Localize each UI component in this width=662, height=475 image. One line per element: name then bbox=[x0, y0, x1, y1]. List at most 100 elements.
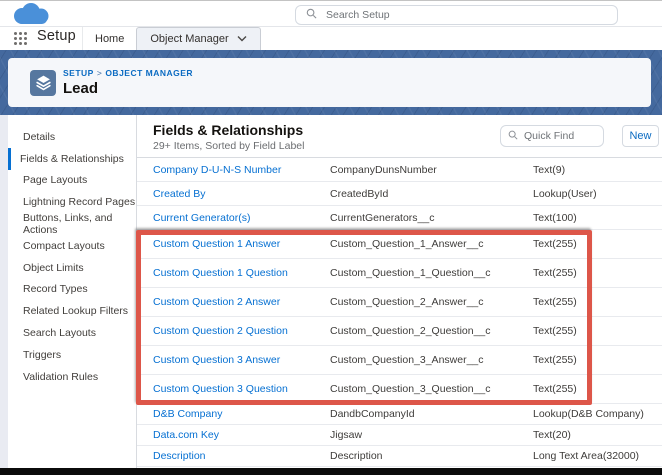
sidebar-item-lightning-record-pages[interactable]: Lightning Record Pages bbox=[8, 191, 136, 213]
field-data-type: Lookup(D&B Company) bbox=[533, 408, 644, 420]
field-label-link[interactable]: Custom Question 2 Answer bbox=[153, 296, 330, 308]
app-launcher-icon[interactable] bbox=[13, 31, 28, 51]
sidebar-item-label: Compact Layouts bbox=[23, 239, 105, 252]
global-search-input[interactable]: Search Setup bbox=[295, 5, 618, 25]
chevron-down-icon bbox=[237, 33, 247, 45]
window-bottom-edge bbox=[0, 468, 662, 475]
sidebar-item-label: Details bbox=[23, 130, 56, 143]
field-data-type: Text(9) bbox=[533, 163, 566, 176]
field-api-name: Custom_Question_2_Question__c bbox=[330, 325, 491, 337]
setup-app-label: Setup bbox=[37, 28, 76, 44]
global-header: Search Setup bbox=[0, 0, 662, 27]
table-row: Custom Question 3 Question Custom_Questio… bbox=[137, 375, 662, 404]
sidebar-item-page-layouts[interactable]: Page Layouts bbox=[8, 170, 136, 192]
sidebar-item-label: Triggers bbox=[23, 348, 62, 361]
table-row: Custom Question 1 Question Custom_Questio… bbox=[137, 259, 662, 288]
field-label-link[interactable]: Current Generator(s) bbox=[153, 212, 330, 224]
sidebar-item-label: Page Layouts bbox=[23, 174, 88, 187]
field-api-name: CurrentGenerators__c bbox=[330, 211, 435, 224]
page-title: Lead bbox=[63, 80, 99, 97]
field-api-name: Description bbox=[330, 450, 383, 462]
table-row: D&B Company DandbCompanyId Lookup(D&B Comp… bbox=[137, 404, 662, 425]
table-row: Custom Question 1 Answer Custom_Question_… bbox=[137, 230, 662, 259]
field-data-type: Text(255) bbox=[533, 325, 577, 337]
sidebar-item-buttons-links-and-actions[interactable]: Buttons, Links, and Actions bbox=[8, 212, 136, 237]
sidebar-item-triggers[interactable]: Triggers bbox=[8, 344, 136, 366]
field-label-link[interactable]: Custom Question 3 Question bbox=[153, 383, 330, 395]
salesforce-setup-window: Search Setup Setup Home Object Manager S… bbox=[0, 0, 662, 475]
field-api-name: DandbCompanyId bbox=[330, 408, 415, 420]
table-row: Custom Question 2 Question Custom_Questio… bbox=[137, 317, 662, 346]
new-field-button[interactable]: New bbox=[622, 125, 659, 147]
field-label-link[interactable]: Company D-U-N-S Number bbox=[153, 164, 330, 176]
field-label-link[interactable]: Custom Question 1 Question bbox=[153, 267, 330, 279]
sidebar-item-label: Record Types bbox=[23, 283, 88, 296]
field-label-link[interactable]: Custom Question 1 Answer bbox=[153, 238, 330, 250]
sidebar-item-label: Search Layouts bbox=[23, 327, 96, 340]
field-api-name: CompanyDunsNumber bbox=[330, 163, 437, 176]
tab-home[interactable]: Home bbox=[82, 27, 136, 50]
field-data-type: Text(255) bbox=[533, 238, 577, 250]
breadcrumb-setup-link[interactable]: SETUP bbox=[63, 68, 94, 78]
field-data-type: Text(255) bbox=[533, 383, 577, 395]
content-area: Details Fields & Relationships Page Layout… bbox=[0, 115, 662, 468]
sidebar-item-related-lookup-filters[interactable]: Related Lookup Filters bbox=[8, 300, 136, 322]
field-label-link[interactable]: Custom Question 3 Answer bbox=[153, 354, 330, 366]
sidebar-item-object-limits[interactable]: Object Limits bbox=[8, 257, 136, 279]
field-data-type: Long Text Area(32000) bbox=[533, 450, 640, 462]
field-data-type: Text(255) bbox=[533, 296, 577, 308]
field-data-type: Text(100) bbox=[533, 211, 577, 224]
setup-navbar: Setup Home Object Manager bbox=[0, 27, 662, 50]
brand-banner: SETUP > OBJECT MANAGER Lead bbox=[0, 50, 662, 115]
sidebar-item-details[interactable]: Details bbox=[8, 126, 136, 148]
sidebar-item-fields-relationships[interactable]: Fields & Relationships bbox=[8, 147, 136, 170]
sidebar-item-record-types[interactable]: Record Types bbox=[8, 279, 136, 301]
breadcrumb: SETUP > OBJECT MANAGER bbox=[63, 68, 193, 78]
field-api-name: CreatedById bbox=[330, 187, 389, 200]
table-row: Company D-U-N-S Number CompanyDunsNumber T… bbox=[137, 158, 662, 182]
tab-home-label: Home bbox=[95, 32, 125, 45]
setup-tabs: Home Object Manager bbox=[82, 27, 261, 50]
field-api-name: Custom_Question_1_Question__c bbox=[330, 267, 491, 279]
field-label-link[interactable]: D&B Company bbox=[153, 408, 330, 420]
sidebar-item-label: Lightning Record Pages bbox=[23, 196, 136, 209]
tab-object-manager-label: Object Manager bbox=[150, 33, 229, 45]
field-data-type: Text(255) bbox=[533, 267, 577, 279]
sidebar-item-label: Fields & Relationships bbox=[20, 152, 124, 165]
field-api-name: Custom_Question_1_Answer__c bbox=[330, 238, 484, 250]
tab-object-manager[interactable]: Object Manager bbox=[136, 27, 261, 50]
table-row: Description Description Long Text Area(320… bbox=[137, 446, 662, 467]
global-search-placeholder: Search Setup bbox=[326, 9, 390, 21]
object-manager-sidebar: Details Fields & Relationships Page Layout… bbox=[8, 115, 137, 468]
sidebar-item-label: Buttons, Links, and Actions bbox=[23, 212, 113, 237]
search-icon bbox=[306, 6, 317, 24]
table-row: Created By CreatedById Lookup(User) bbox=[137, 182, 662, 206]
table-row: Data.com Key Jigsaw Text(20) bbox=[137, 425, 662, 446]
lead-object-icon bbox=[30, 69, 56, 96]
breadcrumb-object-manager-link[interactable]: OBJECT MANAGER bbox=[105, 68, 193, 78]
quick-find-placeholder: Quick Find bbox=[524, 130, 575, 142]
field-api-name: Jigsaw bbox=[330, 429, 363, 441]
field-api-name: Custom_Question_2_Answer__c bbox=[330, 296, 484, 308]
sidebar-item-search-layouts[interactable]: Search Layouts bbox=[8, 322, 136, 344]
breadcrumb-separator: > bbox=[96, 68, 103, 78]
field-data-type: Text(20) bbox=[533, 429, 571, 441]
field-label-link[interactable]: Custom Question 2 Question bbox=[153, 325, 330, 337]
table-row: Current Generator(s) CurrentGenerators__c… bbox=[137, 206, 662, 230]
sidebar-item-compact-layouts[interactable]: Compact Layouts bbox=[8, 235, 136, 257]
page-header-card: SETUP > OBJECT MANAGER Lead bbox=[8, 58, 651, 107]
field-data-type: Text(255) bbox=[533, 354, 577, 366]
field-data-type: Lookup(User) bbox=[533, 187, 597, 200]
search-icon bbox=[508, 127, 518, 145]
sidebar-item-label: Validation Rules bbox=[23, 370, 99, 383]
table-row: Custom Question 3 Answer Custom_Question_… bbox=[137, 346, 662, 375]
field-api-name: Custom_Question_3_Question__c bbox=[330, 383, 491, 395]
field-label-link[interactable]: Description bbox=[153, 450, 330, 462]
field-label-link[interactable]: Data.com Key bbox=[153, 429, 330, 441]
sidebar-item-label: Object Limits bbox=[23, 261, 84, 274]
sidebar-item-validation-rules[interactable]: Validation Rules bbox=[8, 366, 136, 388]
main-panel: Fields & Relationships 29+ Items, Sorted… bbox=[137, 115, 662, 468]
field-label-link[interactable]: Created By bbox=[153, 188, 330, 200]
list-header: Fields & Relationships 29+ Items, Sorted… bbox=[137, 115, 662, 158]
quick-find-input[interactable]: Quick Find bbox=[500, 125, 604, 147]
